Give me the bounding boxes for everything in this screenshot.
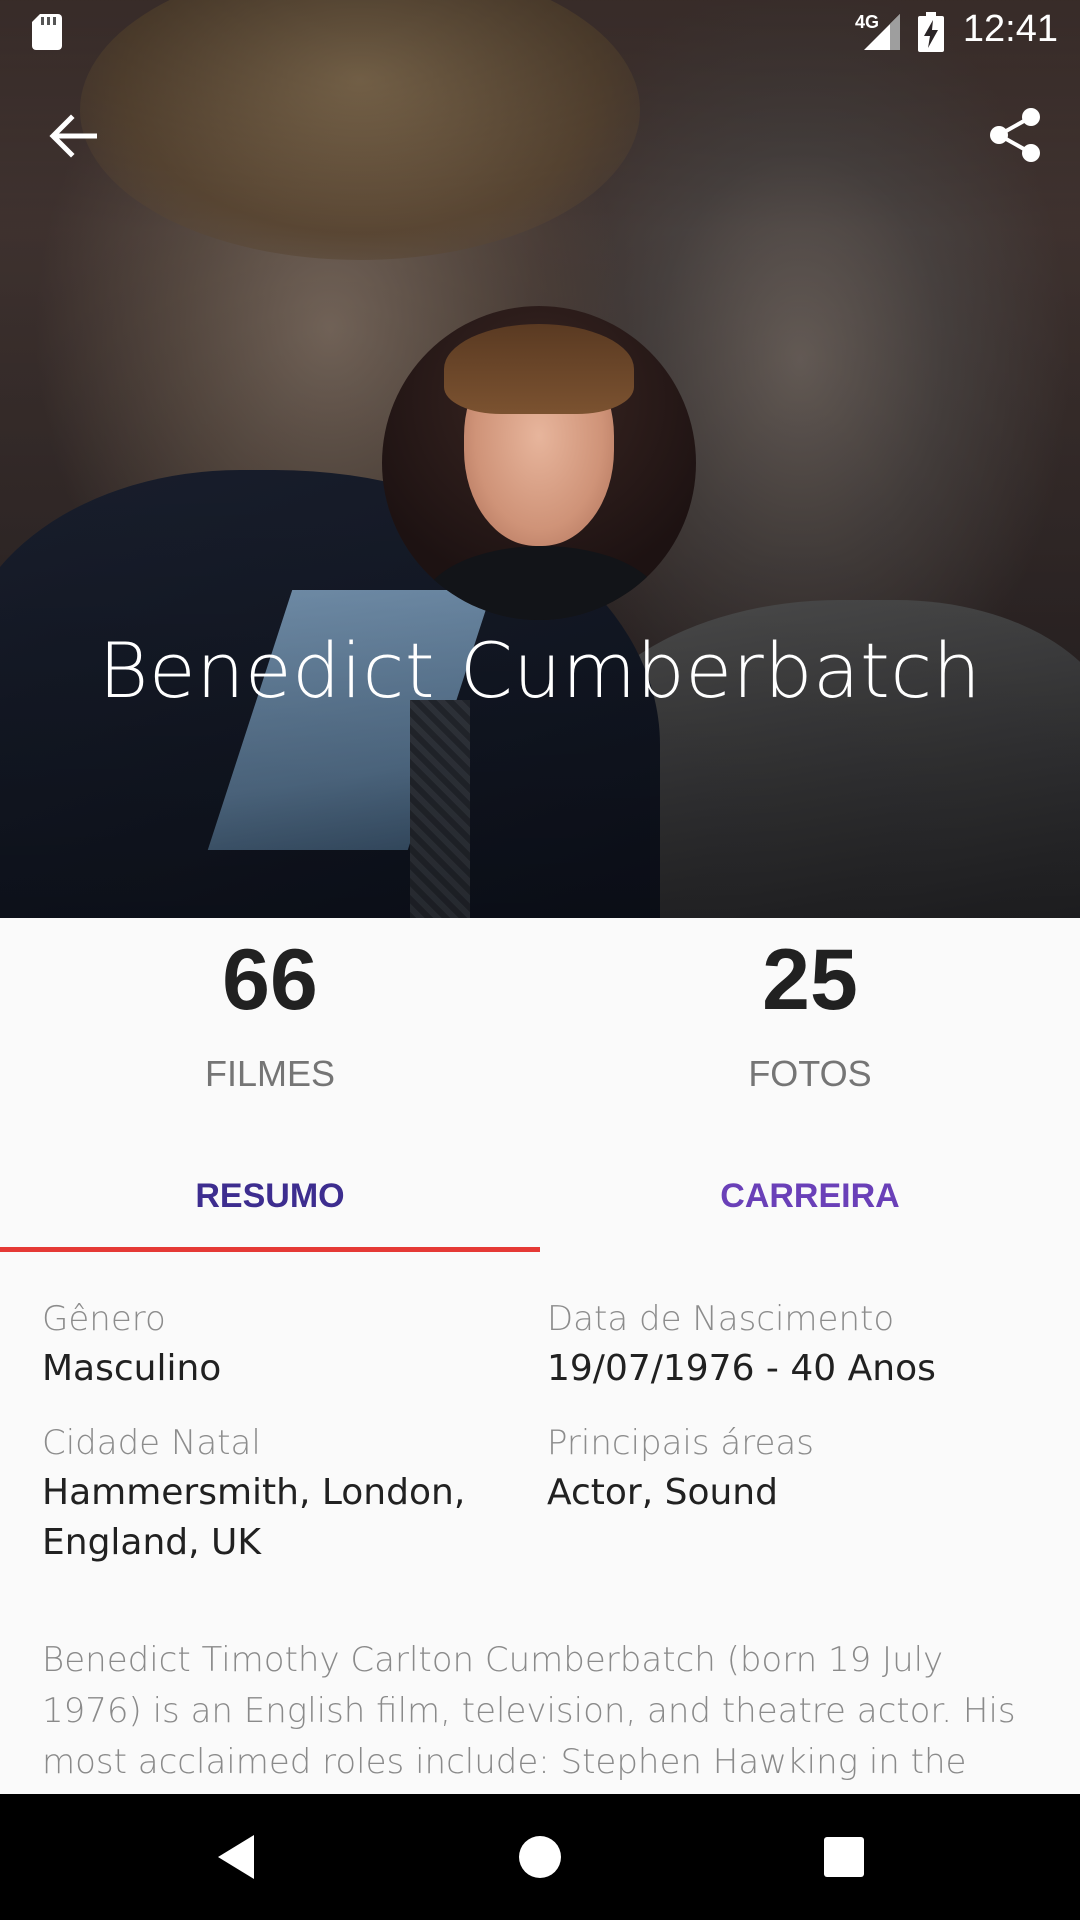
gender-value: Masculino xyxy=(42,1348,222,1389)
photos-count-label: FOTOS xyxy=(748,1053,872,1094)
films-count-value: 66 xyxy=(222,932,318,1028)
nav-back-button[interactable] xyxy=(196,1822,276,1892)
signal-icon xyxy=(864,14,900,50)
photos-count[interactable]: 25 FOTOS xyxy=(540,930,1080,1094)
films-count-label: FILMES xyxy=(204,1053,336,1094)
back-button[interactable] xyxy=(38,104,108,168)
hometown-value: Hammersmith, London, England, UK xyxy=(42,1472,466,1563)
birth-label: Data de Nascimento xyxy=(547,1299,895,1339)
system-nav-bar xyxy=(0,1794,1080,1920)
tab-resumo[interactable]: RESUMO xyxy=(0,1140,540,1252)
profile-tabs: RESUMO CARREIRA xyxy=(0,1140,1080,1252)
areas-info: Principais áreas Actor, Sound xyxy=(547,1418,1047,1518)
nav-home-button[interactable] xyxy=(500,1822,580,1892)
sd-card-icon xyxy=(32,14,62,50)
gender-info: Gênero Masculino xyxy=(42,1294,522,1394)
photos-count-value: 25 xyxy=(762,932,858,1028)
birth-value: 19/07/1976 - 40 Anos xyxy=(547,1348,936,1389)
nav-recents-button[interactable] xyxy=(804,1822,884,1892)
share-icon xyxy=(990,108,1040,162)
gender-label: Gênero xyxy=(42,1299,166,1339)
tab-indicator xyxy=(0,1247,540,1252)
status-bar: 4G 12:41 xyxy=(0,0,1080,63)
nav-home-icon xyxy=(519,1836,561,1878)
arrow-back-icon xyxy=(49,114,97,158)
areas-label: Principais áreas xyxy=(547,1423,814,1463)
hometown-info: Cidade Natal Hammersmith, London, Englan… xyxy=(42,1418,482,1568)
tab-carreira[interactable]: CARREIRA xyxy=(540,1140,1080,1252)
nav-back-icon xyxy=(218,1835,254,1879)
biography-text: Benedict Timothy Carlton Cumberbatch (bo… xyxy=(42,1640,1016,1782)
actor-avatar xyxy=(382,306,696,620)
films-count[interactable]: 66 FILMES xyxy=(0,930,540,1094)
battery-charging-icon xyxy=(918,12,944,52)
nav-recents-icon xyxy=(824,1837,864,1877)
actor-name: Benedict Cumberbatch xyxy=(98,626,982,715)
status-time: 12:41 xyxy=(962,8,1058,50)
hometown-label: Cidade Natal xyxy=(42,1423,261,1463)
share-button[interactable] xyxy=(980,100,1050,170)
areas-value: Actor, Sound xyxy=(547,1472,778,1513)
birth-info: Data de Nascimento 19/07/1976 - 40 Anos xyxy=(547,1294,1047,1394)
